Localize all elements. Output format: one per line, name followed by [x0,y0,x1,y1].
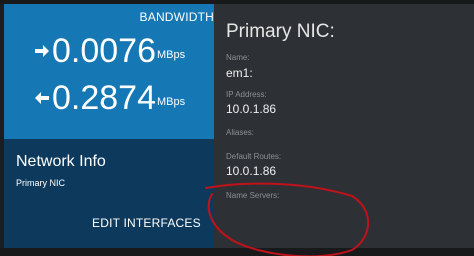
bandwidth-title: BANDWIDTH [139,10,214,24]
arrow-left-icon [35,92,49,104]
network-info-subtitle: Primary NIC [16,178,65,188]
name-label: Name: [226,53,250,62]
arrow-right-icon [35,45,49,57]
details-title: Primary NIC: [226,21,335,42]
aliases-label: Aliases: [226,128,255,137]
default-routes-label: Default Routes: [226,152,282,161]
name-servers-label: Name Servers: [226,191,280,200]
download-value: 0.2874 [52,79,156,117]
download-unit: MBps [157,96,186,108]
edit-interfaces-button[interactable]: EDIT INTERFACES [92,216,201,230]
ip-address-value: 10.0.1.86 [226,102,277,116]
bandwidth-panel: BANDWIDTH 0.0076 MBps 0.2874 MBps [4,4,214,139]
network-info-panel: Network Info Primary NIC EDIT INTERFACES [4,139,214,248]
default-routes-value: 10.0.1.86 [226,164,277,178]
bottom-frame-strip [0,248,474,256]
name-value: em1: [226,66,253,80]
ip-address-label: IP Address: [226,90,267,99]
network-info-title: Network Info [16,153,106,170]
upload-value: 0.0076 [52,32,156,70]
nic-details-panel: Primary NIC: Name: em1: IP Address: 10.0… [214,4,474,248]
upload-unit: MBps [157,49,186,61]
